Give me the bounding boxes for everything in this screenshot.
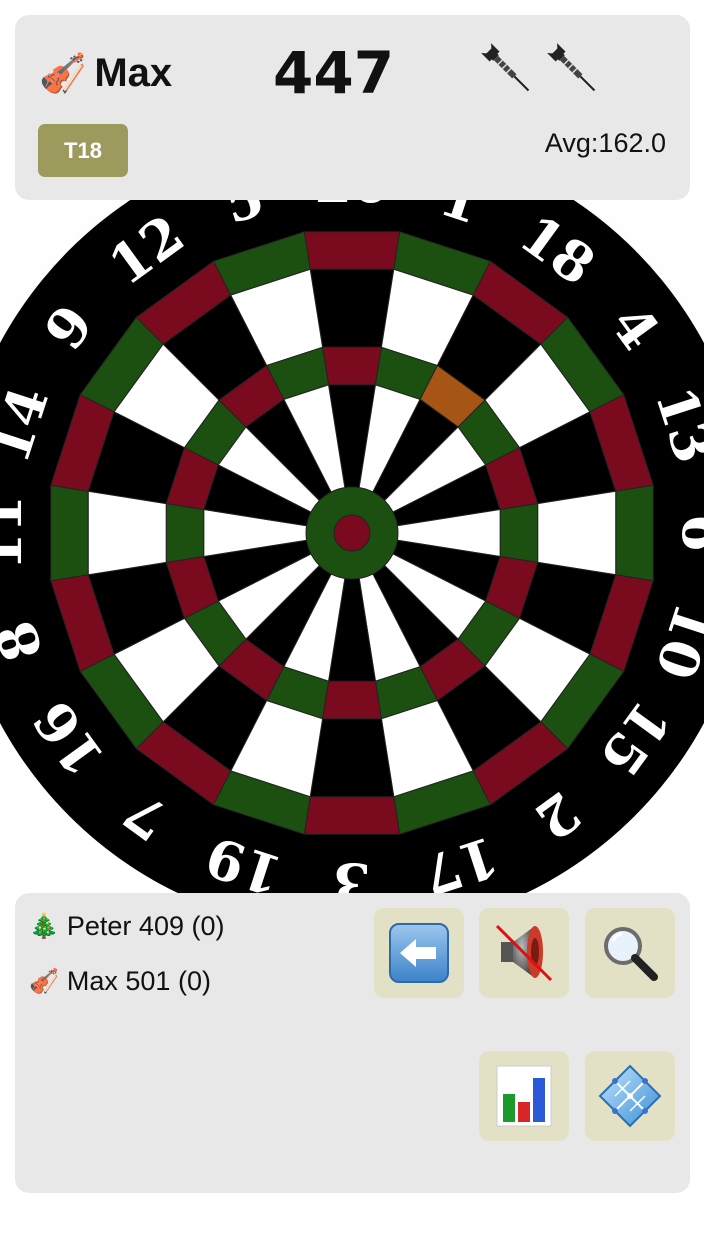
left-arrow-icon xyxy=(389,923,449,983)
diamond-grid-icon xyxy=(598,1064,662,1128)
triple-11[interactable] xyxy=(165,503,205,563)
dart-icon xyxy=(547,43,596,92)
double-6[interactable] xyxy=(615,484,654,582)
standing-item: 🎻 Max 501 (0) xyxy=(29,966,211,997)
bullseye[interactable] xyxy=(333,514,371,552)
current-player: 🎻 Max xyxy=(39,51,172,96)
standing-item: 🎄 Peter 409 (0) xyxy=(29,911,224,942)
magnifier-icon xyxy=(604,927,658,981)
average-score: Avg:162.0 xyxy=(544,128,666,158)
remaining-score: 447 xyxy=(273,39,395,107)
board-number: 11 xyxy=(0,495,34,570)
undo-button[interactable] xyxy=(374,908,464,998)
double-3[interactable] xyxy=(303,796,401,835)
outer-single-11[interactable] xyxy=(87,490,167,576)
zoom-button[interactable] xyxy=(585,908,675,998)
standing-label: Max 501 (0) xyxy=(66,966,211,996)
game-controls-panel: 🎄 Peter 409 (0) 🎻 Max 501 (0) xyxy=(15,893,690,1193)
board-number: 6 xyxy=(670,514,704,552)
triple-20[interactable] xyxy=(322,346,382,386)
christmas-tree-icon: 🎄 xyxy=(29,913,59,940)
standing-label: Peter 409 (0) xyxy=(66,911,225,941)
outer-single-20[interactable] xyxy=(309,268,395,348)
current-player-panel: 🎻 Max 447 T18 Avg:162.0 xyxy=(15,15,690,200)
dart-icon xyxy=(481,43,530,92)
darts-remaining xyxy=(477,37,605,103)
double-20[interactable] xyxy=(303,231,401,270)
muted-speaker-icon xyxy=(495,924,553,982)
current-player-name: Max xyxy=(94,51,173,95)
double-11[interactable] xyxy=(50,484,89,582)
last-throw-badge: T18 xyxy=(38,124,128,177)
bar-chart-icon xyxy=(496,1065,552,1127)
outer-single-6[interactable] xyxy=(537,490,617,576)
stats-button[interactable] xyxy=(479,1051,569,1141)
triple-6[interactable] xyxy=(499,503,539,563)
triple-3[interactable] xyxy=(322,680,382,720)
mute-button[interactable] xyxy=(479,908,569,998)
violin-icon: 🎻 xyxy=(39,52,87,95)
board-view-button[interactable] xyxy=(585,1051,675,1141)
violin-icon: 🎻 xyxy=(29,968,59,995)
outer-single-3[interactable] xyxy=(309,718,395,798)
